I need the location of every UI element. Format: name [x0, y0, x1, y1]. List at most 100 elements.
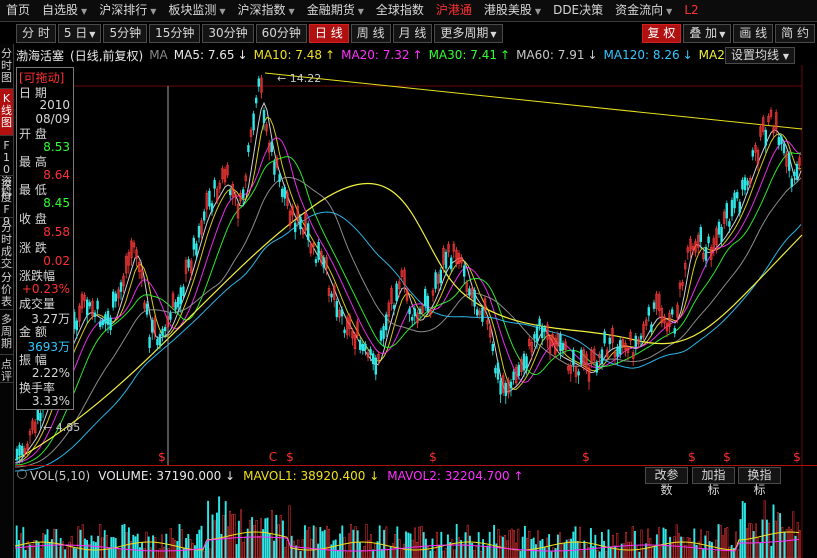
menu-item[interactable]: 自选股 ▼	[36, 0, 93, 21]
candle-body	[374, 357, 377, 375]
menu-item-label: 沪深排行	[99, 3, 148, 17]
period-button[interactable]: 复 权	[641, 23, 682, 43]
candle-body	[743, 177, 747, 191]
candle-body	[499, 380, 502, 395]
volume-bar	[299, 550, 302, 558]
volume-bar	[321, 531, 324, 558]
candle-body	[670, 309, 674, 315]
price-info-panel[interactable]: [可拖动] 日 期 2010 08/09 开 盘 8.53 最 高 8.64 最 低 8.45 收…	[16, 67, 74, 410]
candle-body	[730, 199, 734, 217]
sidebar-tab[interactable]: 多周期	[0, 310, 13, 355]
ma-value: MA60: 7.91 ↓	[516, 48, 597, 62]
period-button[interactable]: 更多周期 ▼	[434, 23, 503, 43]
menu-item[interactable]: DDE决策	[547, 0, 609, 21]
sidebar-tab[interactable]: 分时成交	[0, 218, 13, 270]
indicator-button[interactable]: 换指标	[738, 467, 781, 497]
volume-bar	[433, 551, 436, 558]
event-marker[interactable]: $	[429, 450, 437, 464]
event-marker[interactable]: $	[723, 450, 731, 464]
candle-body	[187, 259, 190, 268]
menu-item[interactable]: 全球指数	[370, 0, 430, 21]
period-button[interactable]: 5 日 ▼	[57, 23, 102, 43]
sidebar-tab[interactable]: K线图	[0, 89, 13, 136]
menu-item[interactable]: 金融期货 ▼	[301, 0, 370, 21]
volume-bar	[761, 519, 764, 558]
sidebar-tab[interactable]: 分价表	[0, 268, 13, 310]
left-sidebar: 分时图 K线图 F10资料 深度F9 分时成交 分价表 多周期 点评	[0, 44, 14, 558]
volume-bar	[638, 551, 641, 558]
event-marker[interactable]: $	[158, 450, 166, 464]
volume-bar	[391, 543, 394, 558]
menu-item[interactable]: 首页	[0, 0, 36, 21]
close-icon[interactable]	[17, 469, 27, 479]
volume-bar	[367, 540, 370, 558]
volume-bar	[81, 524, 84, 558]
period-button[interactable]: 月 线	[392, 23, 433, 43]
volume-bar	[541, 539, 544, 558]
period-button[interactable]: 分 时	[16, 23, 56, 43]
sidebar-tab[interactable]: 点评	[0, 355, 13, 383]
volume-bar	[378, 525, 381, 558]
sidebar-tab[interactable]: 分时图	[0, 44, 13, 89]
volume-bar	[334, 539, 337, 558]
volume-bar	[328, 529, 331, 558]
menu-item[interactable]: L2	[678, 0, 704, 21]
menu-item[interactable]: 板块监测 ▼	[162, 0, 231, 21]
volume-bar	[442, 550, 445, 558]
volume-bar	[594, 534, 597, 558]
sidebar-tab[interactable]: 深度F9	[0, 176, 13, 228]
ma-value: MA5: 7.65 ↓	[174, 48, 248, 62]
period-button[interactable]: 30分钟	[202, 23, 254, 43]
event-marker[interactable]: $	[793, 450, 801, 464]
period-label: 简 约	[781, 25, 809, 40]
event-marker[interactable]: C	[269, 450, 277, 464]
period-button[interactable]: 简 约	[775, 23, 815, 43]
ma-settings-button[interactable]: 设置均线 ▼	[725, 47, 795, 64]
candle-body	[764, 129, 768, 146]
volume-bar	[237, 520, 240, 558]
indicator-button[interactable]: 加指标	[692, 467, 735, 497]
candle-body	[444, 251, 448, 269]
menu-item[interactable]: 港股美股 ▼	[478, 0, 547, 21]
menu-item[interactable]: 沪深排行 ▼	[93, 0, 162, 21]
volume-bar	[704, 535, 707, 558]
period-button[interactable]: 叠 加 ▼	[683, 23, 732, 43]
candle-body	[114, 293, 118, 302]
sidebar-tab[interactable]: F10资料	[0, 136, 13, 200]
candle-body	[39, 412, 42, 422]
volume-bar	[798, 530, 801, 558]
volume-bar	[246, 528, 249, 558]
volume-bar	[504, 535, 507, 558]
period-button[interactable]: 画 线	[733, 23, 774, 43]
volume-bar	[486, 545, 489, 558]
volume-bar	[695, 544, 698, 558]
volume-bar	[446, 534, 449, 558]
period-button[interactable]: 60分钟	[255, 23, 307, 43]
volume-bar	[218, 496, 221, 558]
period-button[interactable]: 周 线	[350, 23, 391, 43]
period-button[interactable]: 5分钟	[103, 23, 148, 43]
event-marker[interactable]: $	[286, 450, 294, 464]
candle-body	[538, 318, 541, 326]
menu-item-label: 板块监测	[168, 3, 217, 17]
event-marker[interactable]: $	[582, 450, 590, 464]
volume-bar	[253, 525, 256, 558]
candle-body	[93, 312, 97, 317]
volume-bar	[182, 547, 185, 558]
menu-item[interactable]: 沪港通	[430, 0, 478, 21]
chevron-down-icon: ▼	[219, 7, 226, 16]
candle-body	[369, 349, 372, 355]
period-button[interactable]: 日 线	[308, 23, 349, 43]
event-marker[interactable]: $	[688, 450, 696, 464]
volume-bar	[319, 527, 322, 558]
info-value: 2.22%	[31, 366, 70, 380]
volume-bar	[341, 525, 344, 558]
period-button[interactable]: 15分钟	[149, 23, 201, 43]
menu-item[interactable]: 资金流向 ▼	[609, 0, 678, 21]
candle-body	[283, 187, 286, 199]
menu-item[interactable]: 沪深指数 ▼	[232, 0, 301, 21]
candle-body	[600, 349, 604, 365]
volume-value: MAVOL1: 38920.400 ↓	[243, 468, 380, 483]
candle-body	[379, 330, 383, 341]
indicator-button[interactable]: 改参数	[645, 467, 688, 497]
